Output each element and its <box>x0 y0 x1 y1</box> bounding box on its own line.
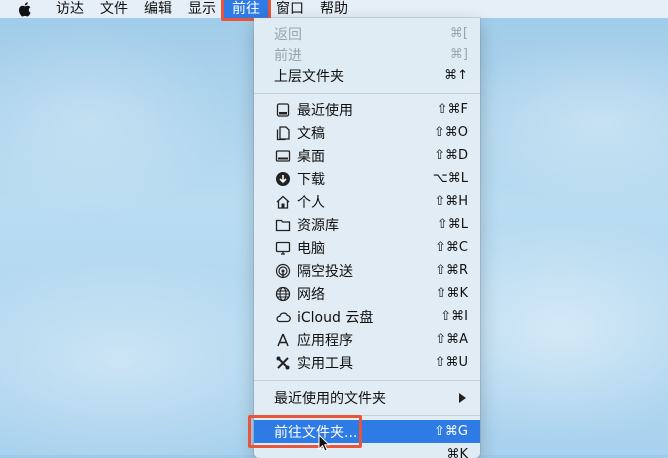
menu-go[interactable]: 前往 <box>221 0 271 21</box>
airdrop-label: 隔空投送 <box>297 263 353 280</box>
applications-label: 应用程序 <box>297 332 353 349</box>
menu-item-utilities[interactable]: 实用工具 ⇧⌘U <box>254 351 480 374</box>
computer-label: 电脑 <box>297 240 325 257</box>
forward-label: 前进 <box>274 47 302 64</box>
library-icon <box>274 216 292 234</box>
applications-icon <box>274 331 292 349</box>
menu-item-recents[interactable]: 最近使用 ⇧⌘F <box>254 98 480 121</box>
computer-icon <box>274 239 292 257</box>
home-label: 个人 <box>297 194 325 211</box>
menu-item-forward[interactable]: 前进 ⌘] <box>254 43 480 66</box>
downloads-icon <box>274 170 292 188</box>
apple-logo-icon[interactable] <box>18 1 32 17</box>
utilities-shortcut: ⇧⌘U <box>434 355 468 370</box>
menu-item-back[interactable]: 返回 ⌘[ <box>254 22 480 45</box>
back-label: 返回 <box>274 26 302 43</box>
menu-item-library[interactable]: 资源库 ⇧⌘L <box>254 213 480 236</box>
library-shortcut: ⇧⌘L <box>436 217 468 232</box>
documents-shortcut: ⇧⌘O <box>433 125 468 140</box>
menu-edit[interactable]: 编辑 <box>136 0 180 18</box>
icloud-label: iCloud 云盘 <box>297 309 374 326</box>
menu-separator <box>254 93 480 94</box>
desktop-label: 桌面 <box>297 148 325 165</box>
enclosing-shortcut: ⌘↑ <box>444 68 468 83</box>
menu-window[interactable]: 窗口 <box>268 0 312 18</box>
submenu-arrow-icon <box>459 392 466 403</box>
menu-item-network[interactable]: 网络 ⇧⌘K <box>254 282 480 305</box>
network-label: 网络 <box>297 286 325 303</box>
desktop-shortcut: ⇧⌘D <box>434 148 468 163</box>
recent-folders-label: 最近使用的文件夹 <box>274 390 386 407</box>
utilities-icon <box>274 354 292 372</box>
documents-label: 文稿 <box>297 125 325 142</box>
menu-separator <box>254 380 480 381</box>
menu-item-airdrop[interactable]: 隔空投送 ⇧⌘R <box>254 259 480 282</box>
network-icon <box>274 285 292 303</box>
recents-label: 最近使用 <box>297 102 353 119</box>
menu-view[interactable]: 显示 <box>180 0 224 18</box>
home-icon <box>274 193 292 211</box>
menu-item-enclosing-folder[interactable]: 上层文件夹 ⌘↑ <box>254 64 480 87</box>
icloud-shortcut: ⇧⌘I <box>440 309 468 324</box>
forward-shortcut: ⌘] <box>449 47 468 62</box>
documents-icon <box>274 124 292 142</box>
menu-file[interactable]: 文件 <box>92 0 136 18</box>
enclosing-label: 上层文件夹 <box>274 68 344 85</box>
menu-finder[interactable]: 访达 <box>48 0 92 18</box>
home-shortcut: ⇧⌘H <box>434 194 468 209</box>
recents-shortcut: ⇧⌘F <box>436 102 468 117</box>
airdrop-icon <box>274 262 292 280</box>
icloud-icon <box>274 308 292 326</box>
menu-item-recent-folders[interactable]: 最近使用的文件夹 <box>254 386 480 409</box>
menu-help[interactable]: 帮助 <box>312 0 356 18</box>
menu-item-computer[interactable]: 电脑 ⇧⌘C <box>254 236 480 259</box>
annotation-highlight-box <box>248 415 362 448</box>
airdrop-shortcut: ⇧⌘R <box>435 263 468 278</box>
menu-bar: 访达 文件 编辑 显示 前往 窗口 帮助 <box>0 0 668 21</box>
desktop-icon <box>274 147 292 165</box>
go-menu-dropdown: 返回 ⌘[ 前进 ⌘] 上层文件夹 ⌘↑ 最近使用 ⇧⌘F 文稿 ⇧⌘O 桌面 … <box>254 18 480 458</box>
downloads-label: 下载 <box>297 171 325 188</box>
utilities-label: 实用工具 <box>297 355 353 372</box>
downloads-shortcut: ⌥⌘L <box>432 171 468 186</box>
network-shortcut: ⇧⌘K <box>435 286 468 301</box>
back-shortcut: ⌘[ <box>449 26 468 41</box>
computer-shortcut: ⇧⌘C <box>435 240 468 255</box>
library-label: 资源库 <box>297 217 339 234</box>
menu-item-documents[interactable]: 文稿 ⇧⌘O <box>254 121 480 144</box>
applications-shortcut: ⇧⌘A <box>435 332 468 347</box>
menu-item-applications[interactable]: 应用程序 ⇧⌘A <box>254 328 480 351</box>
mouse-pointer-icon <box>318 433 331 456</box>
go-to-folder-shortcut: ⇧⌘G <box>434 424 468 439</box>
menu-item-desktop[interactable]: 桌面 ⇧⌘D <box>254 144 480 167</box>
menu-item-icloud-drive[interactable]: iCloud 云盘 ⇧⌘I <box>254 305 480 328</box>
connect-server-shortcut: ⌘K <box>446 447 468 458</box>
menu-item-home[interactable]: 个人 ⇧⌘H <box>254 190 480 213</box>
recents-icon <box>274 101 292 119</box>
menu-item-downloads[interactable]: 下载 ⌥⌘L <box>254 167 480 190</box>
